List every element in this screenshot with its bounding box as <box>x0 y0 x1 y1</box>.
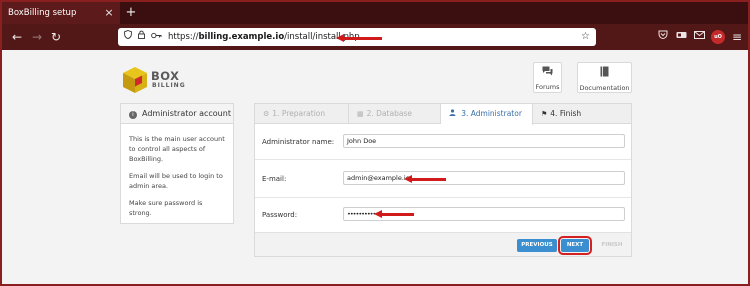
admin-name-input[interactable]: John Doe <box>343 134 625 148</box>
key-icon[interactable] <box>149 28 163 46</box>
step-database[interactable]: ▦ 2. Database <box>349 104 441 124</box>
admin-name-label: Administrator name: <box>262 138 335 146</box>
documentation-button[interactable]: Documentation <box>577 62 632 93</box>
previous-button[interactable]: PREVIOUS <box>517 239 557 252</box>
next-button[interactable]: NEXT <box>558 236 592 255</box>
finish-button[interactable]: FINISH <box>597 239 627 252</box>
email-input[interactable]: admin@example.io <box>343 171 625 185</box>
shield-icon[interactable] <box>121 28 135 46</box>
pocket-icon[interactable] <box>656 30 670 44</box>
password-row: Password: •••••••••• <box>255 198 631 232</box>
step-preparation[interactable]: ⚙ 1. Preparation <box>255 104 349 124</box>
database-icon: ▦ <box>357 110 364 118</box>
forums-button[interactable]: Forums <box>533 62 562 93</box>
reload-icon[interactable]: ↻ <box>47 27 65 47</box>
ublock-icon[interactable]: uO <box>711 30 725 44</box>
new-tab-button[interactable]: + <box>124 2 138 24</box>
close-tab-icon[interactable]: × <box>102 2 116 24</box>
documentation-label: Documentation <box>579 84 630 92</box>
forums-label: Forums <box>535 83 560 91</box>
forums-icon <box>534 66 561 80</box>
lock-icon[interactable] <box>134 28 148 46</box>
documentation-icon <box>578 66 631 81</box>
password-label: Password: <box>262 211 298 219</box>
extension-icon[interactable] <box>674 30 688 44</box>
wizard-footer: PREVIOUS NEXT FINISH <box>255 232 631 256</box>
logo-text-box: BOX <box>151 69 180 83</box>
admin-name-row: Administrator name: John Doe <box>255 124 631 160</box>
page-content: BOX BILLING Forums Documentation i Admini… <box>2 50 748 284</box>
info-card-body: This is the main user account to control… <box>121 124 233 218</box>
admin-account-info-card: i Administrator account This is the main … <box>120 103 234 224</box>
annotation-arrow-url <box>336 34 382 42</box>
logo-text-billing: BILLING <box>152 82 186 89</box>
info-card-title: Administrator account <box>142 109 231 118</box>
step-label: 4. Finish <box>550 109 582 118</box>
info-paragraph: Make sure password is strong. <box>129 199 203 217</box>
step-label: 3. Administrator <box>461 109 522 118</box>
flag-icon: ⚑ <box>541 110 548 118</box>
gear-icon: ⚙ <box>263 110 270 118</box>
mail-extension-icon[interactable] <box>692 30 706 44</box>
info-paragraph: Email will be used to login to admin are… <box>129 172 223 190</box>
info-icon: i <box>129 111 137 119</box>
tab-bar: BoxBilling setup × + <box>2 2 748 24</box>
forward-icon[interactable]: → <box>28 27 46 47</box>
tab-title: BoxBilling setup <box>8 8 77 18</box>
step-administrator[interactable]: 3. Administrator <box>441 104 533 125</box>
menu-icon[interactable]: ≡ <box>730 30 744 44</box>
url-host: billing.example.io <box>198 32 285 42</box>
annotation-arrow-password <box>374 210 414 218</box>
step-label: 1. Preparation <box>272 109 326 118</box>
url-scheme: https:// <box>168 32 199 42</box>
step-label: 2. Database <box>366 109 412 118</box>
tab-boxbilling-setup[interactable]: BoxBilling setup × <box>2 2 120 24</box>
boxbilling-logo[interactable]: BOX BILLING <box>120 64 200 98</box>
wizard-steps: ⚙ 1. Preparation ▦ 2. Database 3. Administ… <box>255 104 631 125</box>
info-paragraph: This is the main user account to control… <box>129 135 225 163</box>
back-icon[interactable]: ← <box>8 27 26 47</box>
step-finish[interactable]: ⚑ 4. Finish <box>533 104 631 124</box>
user-icon <box>449 109 458 118</box>
cube-logo-icon <box>123 67 147 93</box>
annotation-arrow-email <box>404 175 446 183</box>
email-label: E-mail: <box>262 175 287 183</box>
browser-window: BoxBilling setup × + ← → ↻ https://billi… <box>2 2 748 284</box>
bookmark-star-icon[interactable]: ☆ <box>581 28 590 46</box>
info-card-header: i Administrator account <box>121 104 233 124</box>
url-text[interactable]: https://billing.example.io/install/insta… <box>168 28 360 46</box>
